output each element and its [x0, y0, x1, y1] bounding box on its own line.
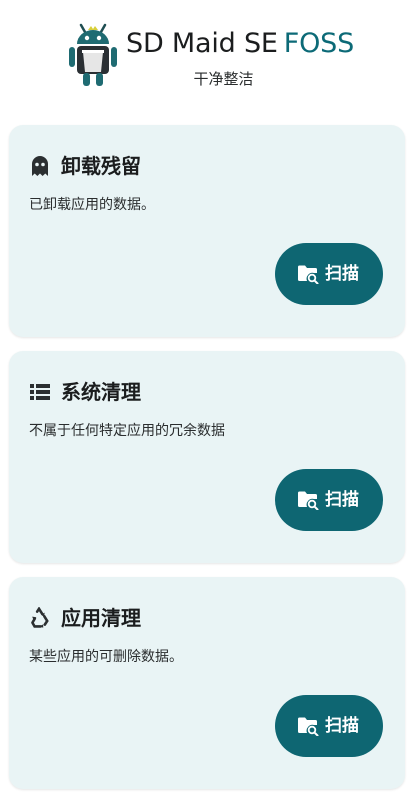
scan-button[interactable]: 扫描	[275, 695, 383, 757]
app-title-accent: FOSS	[283, 28, 355, 59]
card-system-cleaner: 系统清理 不属于任何特定应用的冗余数据 扫描	[9, 351, 405, 563]
card-description: 已卸载应用的数据。	[29, 197, 155, 213]
list-icon	[29, 381, 51, 403]
folder-search-icon	[297, 716, 319, 737]
card-title: 卸载残留	[61, 154, 141, 178]
card-description: 不属于任何特定应用的冗余数据	[29, 423, 225, 439]
card-description: 某些应用的可删除数据。	[29, 649, 183, 665]
app-header: SD Maid SE FOSS 干净整洁	[0, 0, 417, 112]
card-corpse-finder: 卸载残留 已卸载应用的数据。 扫描	[9, 125, 405, 337]
app-subtitle: 干净整洁	[193, 70, 254, 88]
scan-button-label: 扫描	[325, 716, 359, 736]
scan-button-label: 扫描	[325, 264, 359, 284]
folder-search-icon	[297, 264, 319, 285]
app-title: SD Maid SE FOSS	[126, 26, 354, 62]
scan-button-label: 扫描	[325, 490, 359, 510]
card-app-cleaner: 应用清理 某些应用的可删除数据。 扫描	[9, 577, 405, 789]
card-title: 应用清理	[61, 606, 141, 630]
scan-button[interactable]: 扫描	[275, 243, 383, 305]
recycle-icon	[29, 606, 51, 629]
card-title: 系统清理	[61, 380, 141, 404]
folder-search-icon	[297, 490, 319, 511]
scan-button[interactable]: 扫描	[275, 469, 383, 531]
app-title-main: SD Maid SE	[126, 28, 278, 59]
ghost-icon	[29, 155, 51, 177]
